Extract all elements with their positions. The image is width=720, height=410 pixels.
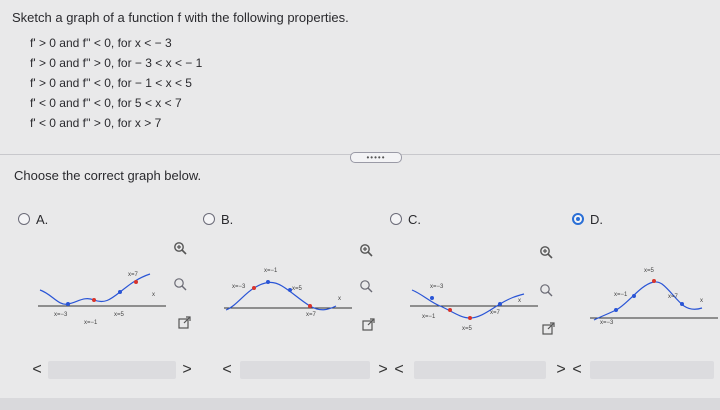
point-marker [266,280,270,284]
graph-d-scrollbar[interactable]: < [570,359,714,381]
option-b[interactable]: B. [203,210,233,228]
point-marker [252,286,256,290]
point-label: x=−1 [84,320,98,326]
property-list: f' > 0 and f'' < 0, for x < − 3 f' > 0 a… [30,33,712,133]
graph-a-scrollbar[interactable]: < > [30,359,194,381]
graph-c-scrollbar[interactable]: < > [392,359,568,381]
point-label: x=5 [644,268,655,274]
scroll-right-arrow[interactable]: > [554,361,568,379]
answer-instruction: Choose the correct graph below. [14,168,202,183]
point-label: x=−1 [422,314,436,320]
scroll-right-arrow[interactable]: > [376,361,390,379]
option-c-label: C. [408,211,421,227]
point-label: x=7 [306,312,317,318]
point-marker [614,308,618,312]
scroll-left-arrow[interactable]: < [30,361,44,379]
point-marker [448,308,452,312]
scroll-left-arrow[interactable]: < [570,361,584,379]
property-item: f' > 0 and f'' > 0, for − 3 < x < − 1 [30,56,203,70]
zoom-in-icon[interactable] [358,242,374,258]
scroll-left-arrow[interactable]: < [392,361,406,379]
zoom-in-icon[interactable] [538,244,554,260]
point-marker [308,304,312,308]
property-item: f' > 0 and f'' < 0, for x < − 3 [30,36,172,50]
graph-option-d: x=5 x=−1 x=7 x=−3 x [590,268,718,326]
option-c[interactable]: C. [390,210,421,228]
open-external-icon[interactable] [360,316,376,332]
point-marker [66,302,70,306]
zoom-out-icon[interactable] [358,278,374,294]
zoom-out-icon[interactable] [172,276,188,292]
point-marker [680,302,684,306]
scroll-track[interactable] [240,361,370,379]
scroll-right-arrow[interactable]: > [180,361,194,379]
property-item: f' > 0 and f'' < 0, for − 1 < x < 5 [30,76,192,90]
scroll-left-arrow[interactable]: < [220,361,234,379]
property-item: f' < 0 and f'' > 0, for x > 7 [30,116,162,130]
point-label: x=5 [292,286,303,292]
option-a-label: A. [36,211,49,227]
zoom-out-icon[interactable] [538,282,554,298]
curve [593,281,703,321]
point-marker [468,316,472,320]
radio-option-d[interactable] [572,213,584,225]
option-b-label: B. [221,211,234,227]
option-a[interactable]: A. [18,210,48,228]
point-marker [632,294,636,298]
scroll-track[interactable] [414,361,546,379]
axis-label: x [152,292,155,298]
graph-option-c: x=−3 x=−1 x=7 x=5 x [410,284,538,332]
radio-option-c[interactable] [390,213,402,225]
property-item: f' < 0 and f'' < 0, for 5 < x < 7 [30,96,182,110]
point-marker [498,302,502,306]
scroll-track[interactable] [48,361,176,379]
point-marker [430,296,434,300]
point-label: x=5 [462,326,473,332]
radio-option-a[interactable] [18,213,30,225]
radio-option-b[interactable] [203,213,215,225]
point-label: x=5 [114,312,125,318]
point-label: x=7 [490,310,501,316]
point-label: x=−3 [430,284,444,290]
expand-more-button[interactable]: ••••• [350,152,402,163]
point-label: x=−1 [264,268,278,274]
graph-b-scrollbar[interactable]: < > [220,359,390,381]
option-d[interactable]: D. [572,210,603,228]
open-external-icon[interactable] [540,320,556,336]
bottom-edge [0,398,720,410]
option-d-label: D. [590,211,603,227]
point-marker [92,298,96,302]
point-marker [652,279,656,283]
point-marker [134,280,138,284]
axis-label: x [700,298,703,304]
point-marker [118,290,122,294]
question-block: Sketch a graph of a function f with the … [12,10,712,133]
point-label: x=7 [668,294,679,300]
scroll-track[interactable] [590,361,714,379]
question-prompt: Sketch a graph of a function f with the … [12,10,349,25]
point-label: x=−3 [232,284,246,290]
point-label: x=−3 [54,312,68,318]
zoom-in-icon[interactable] [172,240,188,256]
point-label: x=−3 [600,320,614,326]
point-label: x=7 [128,272,139,278]
point-label: x=−1 [614,292,628,298]
axis-label: x [338,296,341,302]
graph-option-b: x=−1 x=−3 x=5 x=7 x [224,268,352,318]
open-external-icon[interactable] [176,314,192,330]
axis-label: x [518,298,521,304]
graph-option-a: x=7 x=−3 x=5 x=−1 x [38,272,166,326]
